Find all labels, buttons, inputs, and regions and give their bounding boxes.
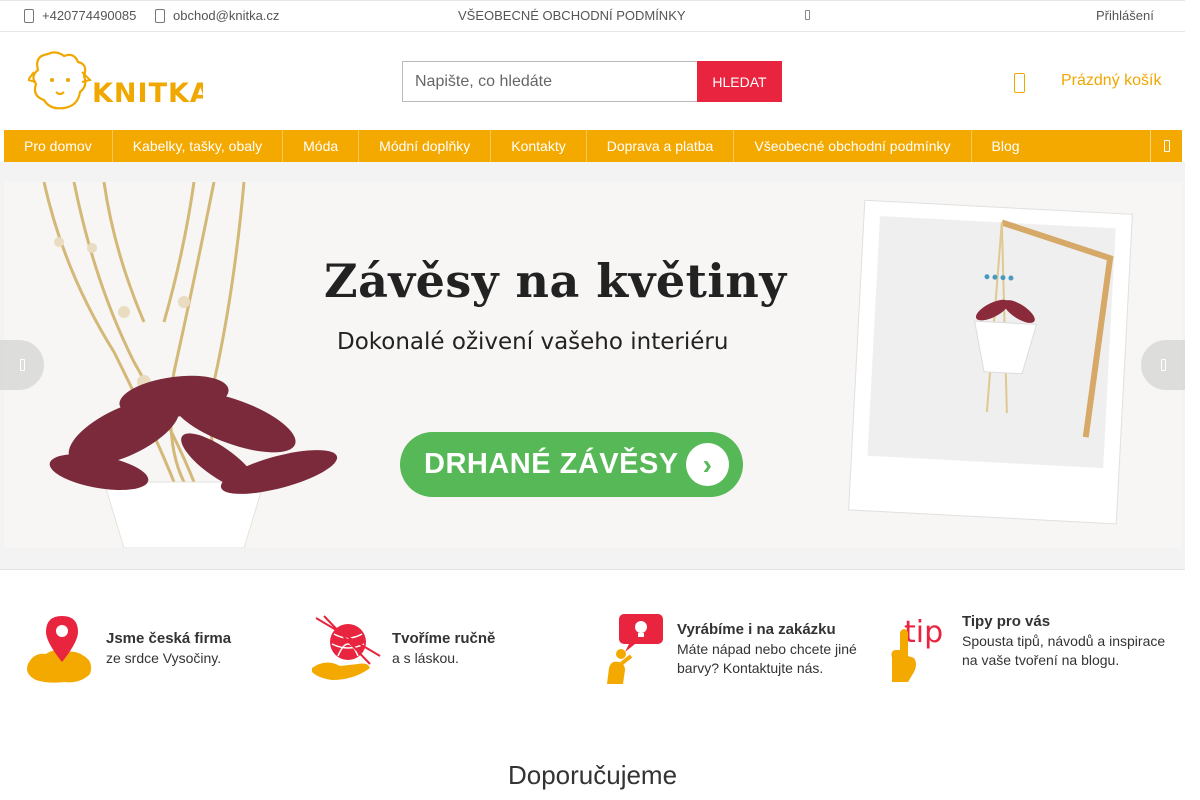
feature-custom-made: Vyrábíme i na zakázku Máte nápad nebo ch… (595, 612, 865, 684)
hero-banner[interactable]: Závěsy na květiny Dokonalé oživení vašeh… (4, 182, 1182, 548)
feature-czech-company: Jsme česká firma ze srdce Vysočiny. (24, 612, 294, 684)
nav-item-modni-doplnky[interactable]: Módní doplňky (359, 130, 492, 162)
sheep-logo-icon: KNITKA (26, 51, 211, 110)
feature-handmade: Tvoříme ručně a s láskou. (310, 612, 580, 684)
top-bar: +420774490085 obchod@knitka.cz VŠEOBECNÉ… (0, 0, 1185, 32)
nav-more-button[interactable] (1150, 130, 1182, 162)
map-pin-icon (27, 616, 92, 683)
nav-item-kabelky[interactable]: Kabelky, tašky, obaly (113, 130, 284, 162)
login-link[interactable]: Přihlášení (1096, 8, 1154, 23)
language-icon[interactable] (805, 10, 810, 20)
nav-item-obchodni-podminky[interactable]: Všeobecné obchodní podmínky (734, 130, 972, 162)
logo[interactable]: KNITKA (26, 50, 211, 112)
search-input[interactable] (402, 61, 697, 102)
nav-item-doprava[interactable]: Doprava a platba (587, 130, 735, 162)
nav-item-kontakty[interactable]: Kontakty (491, 130, 587, 162)
search-form: HLEDAT (402, 61, 782, 102)
banner-headline: Závěsy na květiny (324, 254, 787, 308)
svg-text:tip: tip (904, 615, 943, 650)
cart-icon[interactable] (1014, 73, 1025, 93)
search-button[interactable]: HLEDAT (697, 61, 782, 102)
chevron-left-icon (19, 359, 25, 371)
nav-item-blog[interactable]: Blog (972, 130, 1040, 162)
section-title-recommended: Doporučujeme (507, 760, 678, 790)
menu-icon (1163, 140, 1170, 152)
feature-title: Tipy pro vás (962, 613, 1051, 630)
banner-cta-button[interactable]: DRHANÉ ZÁVĚSY › (400, 432, 743, 497)
nav-item-pro-domov[interactable]: Pro domov (4, 130, 113, 162)
email-link[interactable]: obchod@knitka.cz (155, 8, 279, 23)
phone-number[interactable]: +420774490085 (42, 8, 136, 23)
feature-text: ze srdce Vysočiny. (106, 649, 222, 666)
feature-title: Tvoříme ručně (392, 630, 496, 647)
nav-item-moda[interactable]: Móda (283, 130, 360, 162)
cart-link[interactable]: Prázdný košík (1061, 72, 1161, 90)
banner-section: Závěsy na květiny Dokonalé oživení vašeh… (0, 162, 1185, 570)
yarn-hand-icon (312, 615, 381, 680)
terms-link[interactable]: VŠEOBECNÉ OBCHODNÍ PODMÍNKY (458, 8, 686, 23)
banner-cta-label: DRHANÉ ZÁVĚSY (424, 448, 679, 480)
feature-title: Jsme česká firma (106, 630, 232, 647)
feature-text: a s láskou. (392, 649, 459, 666)
phone-link[interactable]: +420774490085 (24, 8, 136, 23)
main-nav: Pro domov Kabelky, tašky, obaly Móda Mód… (4, 130, 1182, 162)
feature-title: Vyrábíme i na zakázku (677, 621, 836, 638)
chevron-right-icon (1160, 359, 1166, 371)
email-address[interactable]: obchod@knitka.cz (173, 8, 279, 23)
feature-tips: tip Tipy pro vás Spousta tipů, návodů a … (880, 612, 1170, 684)
phone-icon (24, 8, 34, 23)
banner-subheadline: Dokonalé oživení vašeho interiéru (337, 329, 729, 355)
feature-text: Máte nápad nebo chcete jiné barvy? Konta… (677, 640, 857, 677)
idea-person-icon (607, 614, 663, 684)
envelope-icon (155, 8, 165, 23)
feature-text: Spousta tipů, návodů a inspirace na vaše… (962, 632, 1166, 669)
logo-text: KNITKA (92, 78, 203, 109)
chevron-right-icon: › (686, 443, 729, 486)
slider-next-button[interactable] (1141, 340, 1185, 390)
tip-hand-icon: tip (891, 615, 943, 682)
